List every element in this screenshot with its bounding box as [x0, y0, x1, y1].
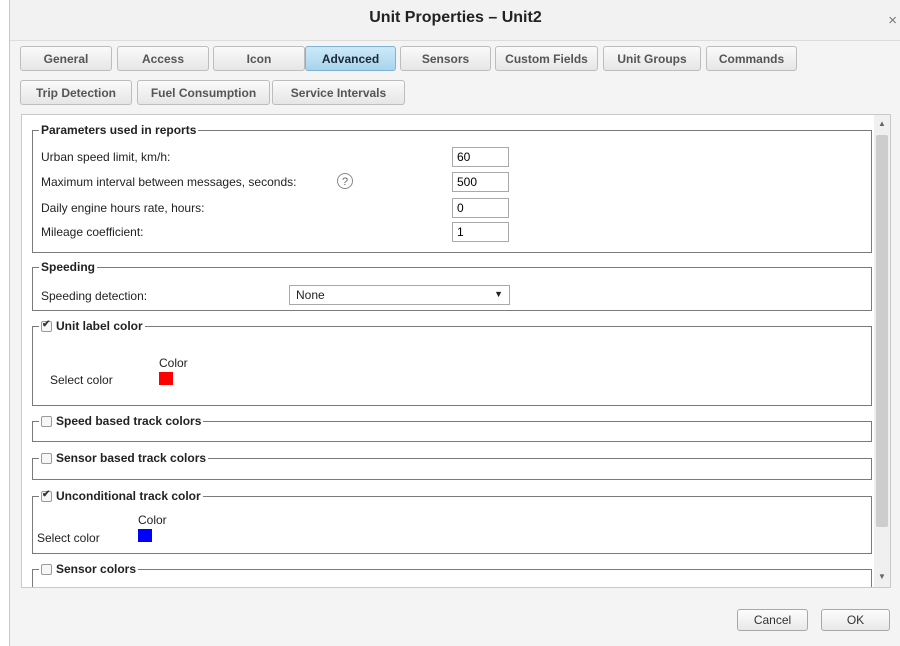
sensor-colors-checkbox[interactable]	[41, 563, 52, 575]
unconditional-color-swatch[interactable]	[138, 529, 152, 542]
cancel-button[interactable]: Cancel	[737, 609, 808, 631]
max-interval-label: Maximum interval between messages, secon…	[41, 175, 297, 189]
speeding-detection-value: None	[296, 288, 325, 302]
speed-track-colors-checkbox[interactable]	[41, 415, 52, 427]
tab-fuel-consumption[interactable]: Fuel Consumption	[137, 80, 270, 105]
tab-icon[interactable]: Icon	[213, 46, 305, 71]
engine-hours-input[interactable]	[452, 198, 509, 218]
unconditional-color-header: Color	[138, 513, 167, 527]
sensor-track-colors-legend: Sensor based track colors	[39, 451, 209, 465]
tab-trip-detection[interactable]: Trip Detection	[20, 80, 132, 105]
sensor-colors-group: Sensor colors	[32, 562, 872, 587]
help-icon[interactable]: ?	[337, 173, 353, 189]
tab-general[interactable]: General	[20, 46, 112, 71]
mileage-label: Mileage coefficient:	[41, 225, 144, 239]
speed-track-colors-title: Speed based track colors	[56, 414, 202, 428]
reports-group-title: Parameters used in reports	[39, 123, 199, 137]
sensor-track-colors-title: Sensor based track colors	[56, 451, 207, 465]
dropdown-arrow-icon: ▼	[494, 289, 503, 299]
unconditional-track-color-checkbox[interactable]	[41, 489, 52, 502]
speed-track-colors-group: Speed based track colors	[32, 414, 872, 442]
speeding-detection-select[interactable]: None ▼	[289, 285, 510, 305]
urban-speed-label: Urban speed limit, km/h:	[41, 150, 171, 164]
unit-label-color-checkbox[interactable]	[41, 319, 52, 332]
urban-speed-input[interactable]	[452, 147, 509, 167]
unit-label-select-color-label: Select color	[50, 373, 113, 387]
unconditional-track-color-legend: Unconditional track color	[39, 489, 203, 503]
tab-sensors[interactable]: Sensors	[400, 46, 491, 71]
unit-label-color-group: Unit label color Color Select color	[32, 319, 872, 406]
sensor-colors-title: Sensor colors	[56, 562, 137, 576]
speeding-detection-label: Speeding detection:	[41, 289, 148, 303]
mileage-input[interactable]	[452, 222, 509, 242]
advanced-panel: Parameters used in reports Urban speed l…	[21, 114, 891, 588]
title-bar: Unit Properties – Unit2 ×	[10, 0, 900, 41]
sensor-colors-legend: Sensor colors	[39, 562, 139, 576]
tab-advanced[interactable]: Advanced	[305, 46, 396, 71]
unit-label-color-swatch[interactable]	[159, 372, 173, 385]
unconditional-select-color-label: Select color	[37, 531, 100, 545]
unconditional-track-color-group: Unconditional track color Color Select c…	[32, 489, 872, 554]
tab-access[interactable]: Access	[117, 46, 209, 71]
unit-label-color-title: Unit label color	[56, 319, 143, 333]
scrollbar-thumb[interactable]	[876, 135, 888, 527]
sensor-track-colors-group: Sensor based track colors	[32, 451, 872, 480]
sensor-track-colors-checkbox[interactable]	[41, 452, 52, 464]
speeding-group-title: Speeding	[39, 260, 98, 274]
vertical-scrollbar[interactable]: ▲ ▼	[874, 115, 890, 587]
tab-commands[interactable]: Commands	[706, 46, 797, 71]
unit-label-color-header: Color	[159, 356, 188, 370]
speed-track-colors-legend: Speed based track colors	[39, 414, 204, 428]
unit-properties-dialog: Unit Properties – Unit2 × General Access…	[9, 0, 900, 646]
reports-group: Parameters used in reports Urban speed l…	[32, 123, 872, 253]
unit-label-color-legend: Unit label color	[39, 319, 145, 333]
scroll-up-icon[interactable]: ▲	[874, 119, 890, 128]
max-interval-input[interactable]	[452, 172, 509, 192]
tab-unit-groups[interactable]: Unit Groups	[603, 46, 701, 71]
ok-button[interactable]: OK	[821, 609, 890, 631]
dialog-title: Unit Properties – Unit2	[369, 9, 542, 26]
scroll-down-icon[interactable]: ▼	[874, 572, 890, 581]
close-icon[interactable]: ×	[888, 12, 897, 29]
tab-custom-fields[interactable]: Custom Fields	[495, 46, 598, 71]
speeding-group: Speeding Speeding detection: None ▼	[32, 260, 872, 311]
engine-hours-label: Daily engine hours rate, hours:	[41, 201, 205, 215]
unconditional-track-color-title: Unconditional track color	[56, 489, 201, 503]
tab-service-intervals[interactable]: Service Intervals	[272, 80, 405, 105]
